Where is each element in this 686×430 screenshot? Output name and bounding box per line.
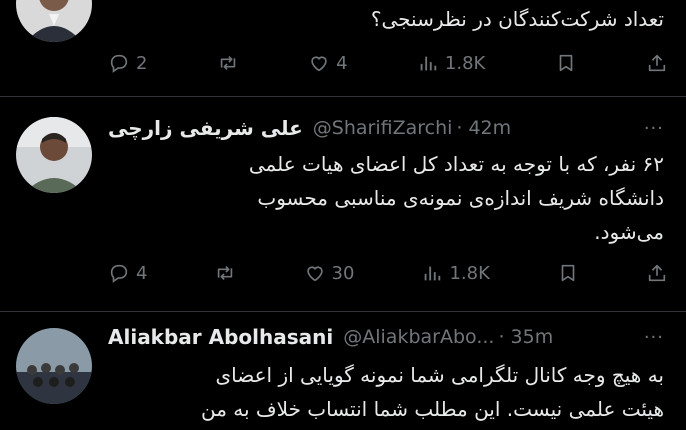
reply-button[interactable]: 4 [108, 262, 147, 284]
bookmark-button[interactable] [555, 52, 577, 74]
avatar[interactable] [16, 328, 92, 404]
retweet-button[interactable] [214, 262, 236, 284]
avatar[interactable] [16, 117, 92, 193]
views-count: 1.8K [444, 52, 486, 74]
post-text-line: دانشگاه شریف اندازه‌ی نمونه‌ی مناسبی محس… [257, 186, 664, 210]
like-button[interactable]: 30 [304, 262, 355, 284]
post-1[interactable]: تعداد شرکت‌کنندگان در نظرسنجی؟ 2 4 1.8K [0, 0, 686, 96]
like-button[interactable]: 4 [308, 52, 348, 74]
share-icon [648, 264, 666, 282]
reply-icon [110, 54, 128, 73]
heart-icon [306, 266, 323, 282]
share-button[interactable] [646, 52, 668, 74]
action-bar: 2 4 1.8K [108, 48, 668, 78]
post-text: ۶۲ نفر، که با توجه به تعداد کل اعضای هیا… [249, 147, 664, 249]
like-count: 4 [336, 52, 348, 74]
author-handle[interactable]: @SharifiZarchi [313, 117, 453, 139]
views-icon [420, 56, 437, 71]
action-bar: 4 30 1.8K [108, 258, 668, 288]
bookmark-button[interactable] [557, 262, 579, 284]
like-count: 30 [331, 262, 355, 284]
post-text-line: ۶۲ نفر، که با توجه به تعداد کل اعضای هیا… [248, 152, 664, 176]
retweet-button[interactable] [217, 52, 239, 74]
more-options-icon[interactable]: ··· [644, 119, 664, 139]
reply-count: 4 [136, 262, 148, 284]
more-options-icon[interactable]: ··· [644, 328, 664, 348]
bookmark-icon [561, 264, 575, 282]
post-text-line: هیئت علمی نیست. این مطلب شما انتساب خلاف… [200, 397, 664, 421]
post-2[interactable]: علی شریفی زارچی @SharifiZarchi · 42m ···… [0, 97, 686, 311]
views-count: 1.8K [449, 262, 490, 284]
views-button[interactable]: 1.8K [421, 262, 490, 284]
avatar-image [16, 328, 92, 404]
post-3[interactable]: Aliakbar Abolhasani @AliakbarAbo... · 35… [0, 312, 686, 430]
views-icon [425, 266, 441, 281]
post-header: علی شریفی زارچی @SharifiZarchi · 42m [108, 113, 656, 143]
heart-icon [311, 56, 327, 72]
author-name[interactable]: Aliakbar Abolhasani [108, 325, 333, 349]
reply-icon [110, 264, 128, 283]
post-text-line: تعداد شرکت‌کنندگان در نظرسنجی؟ [370, 7, 664, 31]
post-text-line: به هیچ وجه کانال تلگرامی شما نمونه گویای… [215, 363, 664, 387]
reply-count: 2 [136, 52, 148, 74]
reply-button[interactable]: 2 [108, 52, 147, 74]
retweet-icon [220, 55, 236, 71]
retweet-icon [218, 265, 233, 281]
post-time[interactable]: · 42m [456, 117, 511, 139]
bookmark-icon [559, 54, 572, 72]
post-text: تعداد شرکت‌کنندگان در نظرسنجی؟ [371, 2, 664, 36]
author-handle[interactable]: @AliakbarAbo... [343, 326, 494, 348]
share-button[interactable] [646, 262, 668, 284]
avatar[interactable] [16, 0, 92, 42]
avatar-image [16, 117, 92, 193]
post-header: Aliakbar Abolhasani @AliakbarAbo... · 35… [108, 322, 656, 352]
post-text: به هیچ وجه کانال تلگرامی شما نمونه گویای… [201, 358, 664, 426]
post-time[interactable]: · 35m [498, 326, 553, 348]
avatar-image [16, 0, 92, 42]
post-text-line: می‌شود. [594, 220, 664, 244]
share-icon [648, 54, 666, 72]
views-button[interactable]: 1.8K [417, 52, 485, 74]
author-name[interactable]: علی شریفی زارچی [108, 116, 303, 140]
